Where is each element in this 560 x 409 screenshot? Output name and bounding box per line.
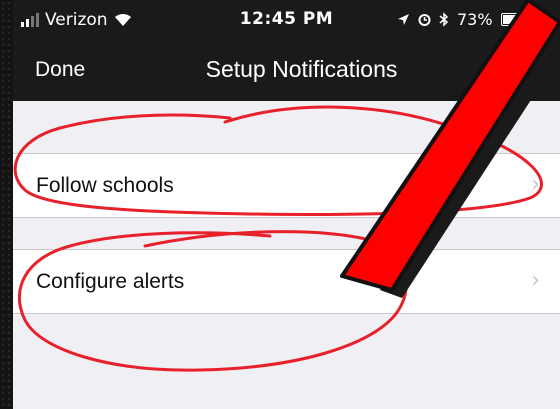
alarm-icon [418,14,431,26]
location-arrow-icon [398,14,409,25]
row-label: Follow schools [36,174,174,197]
battery-percent: 73% [457,10,493,29]
follow-schools-row[interactable]: Follow schools › [13,153,560,218]
chevron-right-icon: › [531,268,540,293]
row-label: Configure alerts [36,270,185,293]
navigation-bar: Done Setup Notifications [13,40,560,101]
bluetooth-icon [439,12,449,27]
page-title: Setup Notifications [205,56,398,82]
configure-alerts-row[interactable]: Configure alerts › [13,249,560,314]
chevron-right-icon: › [531,172,540,197]
status-bar: Verizon 12:45 PM 73% [13,0,560,40]
status-right: 73% [397,10,525,29]
phone-screen: Verizon 12:45 PM 73% Done Setup Notifica… [13,0,560,409]
battery-icon [500,13,525,26]
